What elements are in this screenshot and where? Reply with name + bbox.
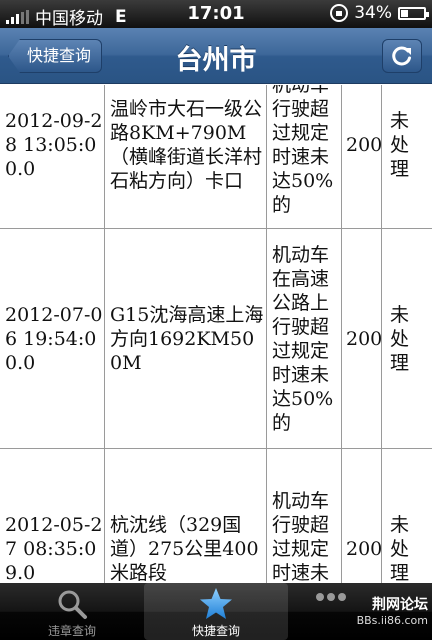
- watermark: 荆网论坛 BBs.ii86.com: [356, 597, 428, 627]
- violation-time-cell: 2012-07-06 19:54:00.0: [0, 229, 105, 448]
- violation-time-cell: 2012-09-28 13:05:00.0: [0, 85, 105, 228]
- fine-amount: 200: [346, 133, 383, 156]
- tab-quick-query[interactable]: 快捷查询: [144, 583, 288, 640]
- status-bar: 中国移动 E 17:01 34%: [0, 0, 432, 29]
- page-title: 台州市: [175, 45, 257, 76]
- table-row[interactable]: 2012-05-27 08:35:09.0 杭沈线（329国道）275公里400米…: [0, 449, 432, 583]
- violation-description-cell: 机动车行驶超过规定时速未达50%的: [267, 85, 342, 228]
- fine-amount-cell: 200: [342, 229, 382, 448]
- fine-amount: 200: [346, 537, 383, 560]
- violation-time: 2012-09-28 13:05:00.0: [5, 109, 103, 180]
- fine-amount-cell: 200: [342, 85, 382, 228]
- tab-label: 违章查询: [47, 624, 96, 638]
- violation-description: 机动车在高速公路上行驶超过规定时速未达50%的: [272, 243, 334, 434]
- refresh-icon: [392, 46, 411, 66]
- processing-status-cell: 未处理: [382, 449, 432, 584]
- violation-location: G15沈海高速上海方向1692KM500M: [110, 303, 264, 374]
- tab-more[interactable]: 荆网论坛 BBs.ii86.com: [288, 583, 432, 640]
- violation-time-cell: 2012-05-27 08:35:09.0: [0, 449, 105, 583]
- violation-description: 机动车行驶超过规定时速未达50%的: [272, 85, 334, 216]
- violation-time: 2012-07-06 19:54:00.0: [5, 303, 103, 374]
- violation-description-cell: 机动车行驶超过规定时速未达50%: [267, 449, 342, 583]
- tab-bar: 违章查询 快捷查询 荆网论坛 BBs.ii86.com: [0, 583, 432, 640]
- processing-status: 未处理: [390, 303, 410, 374]
- table-row[interactable]: 2012-07-06 19:54:00.0 G15沈海高速上海方向1692KM50…: [0, 229, 432, 449]
- star-icon: [200, 588, 232, 619]
- table-row[interactable]: 2012-09-28 13:05:00.0 温岭市大石一级公路8KM+790M（横…: [0, 85, 432, 229]
- refresh-button[interactable]: [382, 39, 422, 73]
- violation-location: 温岭市大石一级公路8KM+790M（横峰街道长洋村石粘方向）卡口: [110, 97, 263, 192]
- violation-list[interactable]: 2012-09-28 13:05:00.0 温岭市大石一级公路8KM+790M（横…: [0, 85, 432, 583]
- navigation-bar: 快捷查询 台州市: [0, 28, 432, 84]
- battery-percent: 34%: [354, 3, 392, 23]
- fine-amount: 200: [346, 327, 383, 350]
- violation-description-cell: 机动车在高速公路上行驶超过规定时速未达50%的: [267, 229, 342, 448]
- battery-icon: [398, 6, 429, 20]
- tab-violation-query[interactable]: 违章查询: [0, 583, 144, 640]
- processing-status-cell: 未处理: [382, 229, 432, 448]
- tab-label: 快捷查询: [191, 624, 240, 638]
- fine-amount-cell: 200: [342, 449, 382, 583]
- violation-location: 杭沈线（329国道）275公里400米路段: [110, 513, 259, 584]
- violation-description: 机动车行驶超过规定时速未达50%: [272, 489, 330, 584]
- more-icon: [316, 593, 347, 601]
- violation-location-cell: 温岭市大石一级公路8KM+790M（横峰街道长洋村石粘方向）卡口: [105, 85, 267, 228]
- processing-status-cell: 未处理: [382, 85, 432, 228]
- search-icon: [58, 590, 87, 619]
- violation-location-cell: 杭沈线（329国道）275公里400米路段: [105, 449, 267, 583]
- processing-status: 未处理: [390, 513, 410, 584]
- violation-time: 2012-05-27 08:35:09.0: [5, 513, 103, 584]
- processing-status: 未处理: [390, 109, 410, 180]
- rotation-lock-icon: [330, 4, 349, 22]
- violation-location-cell: G15沈海高速上海方向1692KM500M: [105, 229, 267, 448]
